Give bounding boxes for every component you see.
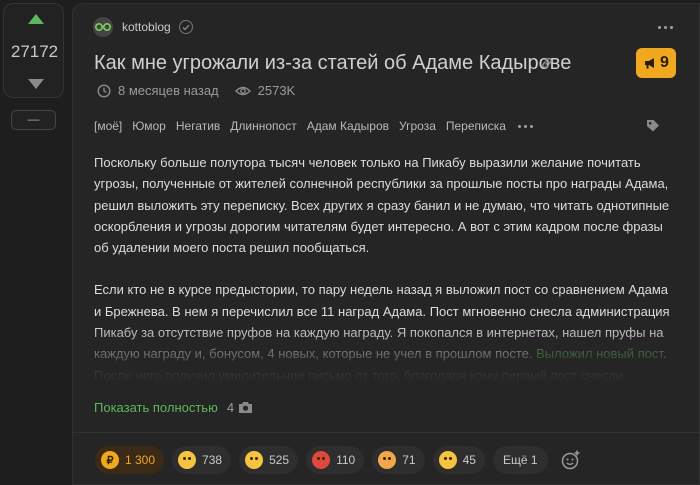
post-time-label: 8 месяцев назад <box>118 83 219 98</box>
divider <box>73 432 699 433</box>
post-paragraph: Если кто не в курсе предыстории, то пару… <box>94 279 674 385</box>
author-avatar[interactable] <box>93 17 113 37</box>
vote-panel: 27172 <box>3 3 64 98</box>
tag-item[interactable]: Угроза <box>399 119 436 133</box>
reaction-shocked[interactable]: 71 <box>372 446 425 474</box>
reaction-angry[interactable]: 110 <box>306 446 365 474</box>
clock-icon <box>97 83 111 98</box>
collapse-button[interactable]: — <box>11 110 56 130</box>
show-more-row: Показать полностью 4 <box>94 400 253 415</box>
tag-item[interactable]: [моё] <box>94 119 122 133</box>
post-menu-icon[interactable] <box>658 26 673 29</box>
grin-emoji-icon <box>178 451 197 469</box>
tag-item[interactable]: Юмор <box>132 119 166 133</box>
tag-icon[interactable] <box>645 118 661 134</box>
reaction-grin[interactable]: 738 <box>172 446 232 474</box>
post-body: Поскольку больше полутора тысяч человек … <box>94 152 674 386</box>
link-icon[interactable] <box>540 56 554 70</box>
post-meta: 8 месяцев назад 2573K <box>97 83 295 98</box>
rating-badge-count: 9 <box>660 54 669 71</box>
smile-emoji-icon <box>245 451 264 469</box>
reaction-count: 1 300 <box>125 453 156 467</box>
reaction-sad[interactable]: 45 <box>432 446 485 474</box>
reaction-coin[interactable]: ₽ 1 300 <box>95 446 165 474</box>
post-views: 2573K <box>234 83 296 98</box>
follow-check-icon[interactable] <box>178 20 193 34</box>
megaphone-icon <box>645 58 655 69</box>
post-views-label: 2573K <box>257 83 296 98</box>
reactions-bar: ₽ 1 300 738 525 110 71 45 Ещё 1 <box>95 446 584 474</box>
upvote-arrow-icon[interactable] <box>28 14 44 24</box>
downvote-arrow-icon[interactable] <box>28 79 44 89</box>
pikabu-coin-icon: ₽ <box>101 451 119 469</box>
new-post-link[interactable]: Выложил новый пост <box>536 346 663 361</box>
shocked-emoji-icon <box>378 451 397 469</box>
tag-item[interactable]: Адам Кадыров <box>307 119 389 133</box>
reaction-count: 110 <box>336 453 356 467</box>
author-name[interactable]: kottoblog <box>122 20 171 34</box>
eye-icon <box>234 86 251 95</box>
vote-count: 27172 <box>10 42 59 61</box>
author-row: kottoblog <box>93 17 193 37</box>
sad-emoji-icon <box>438 451 457 469</box>
reaction-smile[interactable]: 525 <box>239 446 299 474</box>
reaction-count: 738 <box>202 453 223 467</box>
angry-emoji-icon <box>312 451 331 469</box>
tag-item[interactable]: Длиннопост <box>230 119 296 133</box>
add-emoji-icon <box>561 450 580 470</box>
post-title[interactable]: Как мне угрожали из-за статей об Адаме К… <box>94 52 571 75</box>
tag-item[interactable]: Негатив <box>176 119 220 133</box>
tag-item[interactable]: Переписка <box>446 119 506 133</box>
reaction-count: 525 <box>269 453 290 467</box>
reaction-count: 71 <box>402 453 416 467</box>
reaction-count: 45 <box>462 453 476 467</box>
post-time: 8 месяцев назад <box>97 83 219 98</box>
camera-icon <box>239 402 253 413</box>
tags-list: [моё] Юмор Негатив Длиннопост Адам Кадыр… <box>94 119 533 133</box>
photo-count: 4 <box>226 400 235 415</box>
avatar-glasses-icon <box>95 23 111 31</box>
post-card: kottoblog Как мне угрожали из-за статей … <box>72 3 700 485</box>
show-more-link[interactable]: Показать полностью <box>94 400 218 415</box>
hot-rating-badge[interactable]: 9 <box>636 48 676 78</box>
add-reaction-button[interactable] <box>558 447 584 473</box>
more-reactions-button[interactable]: Ещё 1 <box>492 446 548 474</box>
post-paragraph: Поскольку больше полутора тысяч человек … <box>94 155 670 256</box>
tags-more-icon[interactable] <box>517 124 533 128</box>
